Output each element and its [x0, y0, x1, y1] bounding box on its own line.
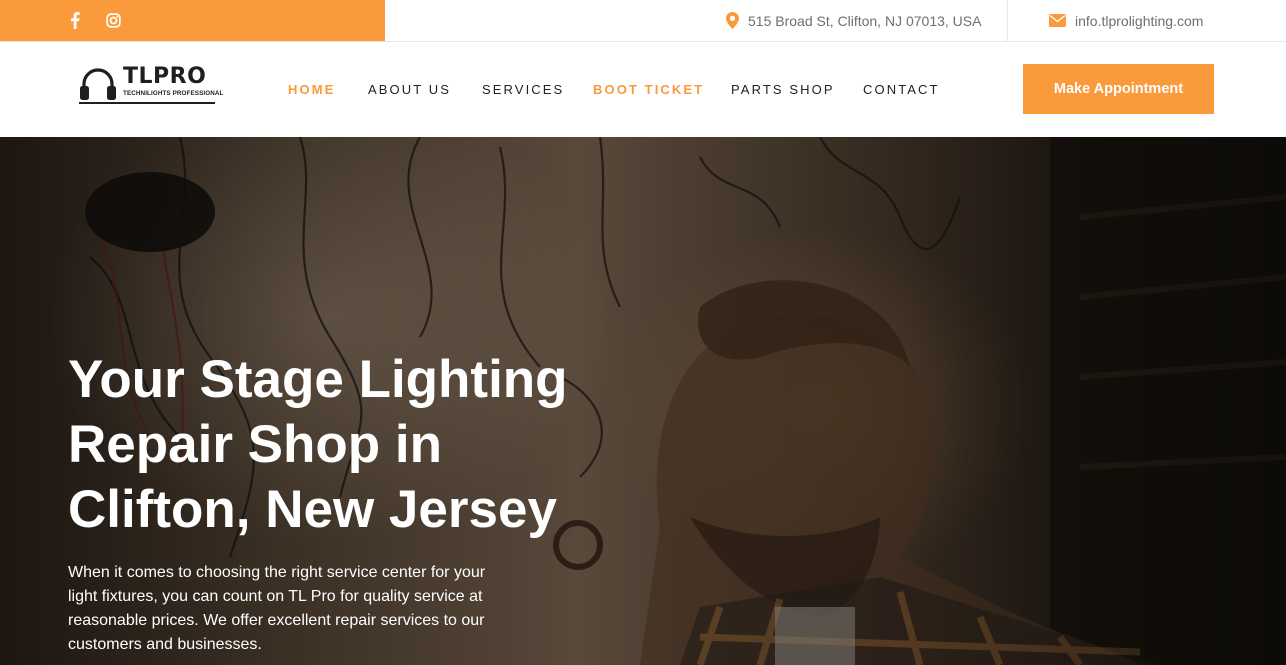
envelope-icon	[1049, 14, 1066, 27]
map-pin-icon	[726, 12, 739, 29]
facebook-icon[interactable]	[66, 11, 84, 29]
email-text[interactable]: info.tlprolighting.com	[1075, 13, 1203, 29]
hero-title-line-1: Your Stage Lighting	[68, 350, 568, 409]
logo-subtitle: TECHNILIGHTS PROFESSIONAL	[123, 90, 224, 97]
logo-underline	[79, 102, 215, 104]
hero-description: When it comes to choosing the right serv…	[68, 564, 486, 653]
nav-services[interactable]: SERVICES	[482, 82, 564, 97]
main-header: TLPRO TECHNILIGHTS PROFESSIONAL HOME ABO…	[0, 42, 1286, 137]
topbar-divider	[1007, 0, 1008, 41]
top-bar: 515 Broad St, Clifton, NJ 07013, USA inf…	[0, 0, 1286, 42]
address-info: 515 Broad St, Clifton, NJ 07013, USA	[726, 0, 981, 41]
instagram-icon[interactable]	[104, 11, 122, 29]
site-logo[interactable]: TLPRO TECHNILIGHTS PROFESSIONAL	[79, 64, 223, 108]
nav-boot-ticket[interactable]: BOOT TICKET	[593, 82, 704, 97]
hero-title-line-2: Repair Shop in	[68, 415, 442, 474]
hero-section: Your Stage Lighting Repair Shop in Clift…	[0, 137, 1286, 665]
hero-title-line-3: Clifton, New Jersey	[68, 480, 557, 539]
nav-contact[interactable]: CONTACT	[863, 82, 940, 97]
social-bar	[0, 0, 385, 41]
nav-home[interactable]: HOME	[288, 82, 335, 97]
logo-title: TLPRO	[123, 64, 207, 89]
nav-parts-shop[interactable]: PARTS SHOP	[731, 82, 835, 97]
make-appointment-button[interactable]: Make Appointment	[1023, 64, 1214, 114]
hero-title: Your Stage Lighting Repair Shop in Clift…	[68, 347, 628, 542]
nav-about-us[interactable]: ABOUT US	[368, 82, 451, 97]
address-text: 515 Broad St, Clifton, NJ 07013, USA	[748, 12, 982, 29]
email-info[interactable]: info.tlprolighting.com	[1049, 0, 1203, 41]
